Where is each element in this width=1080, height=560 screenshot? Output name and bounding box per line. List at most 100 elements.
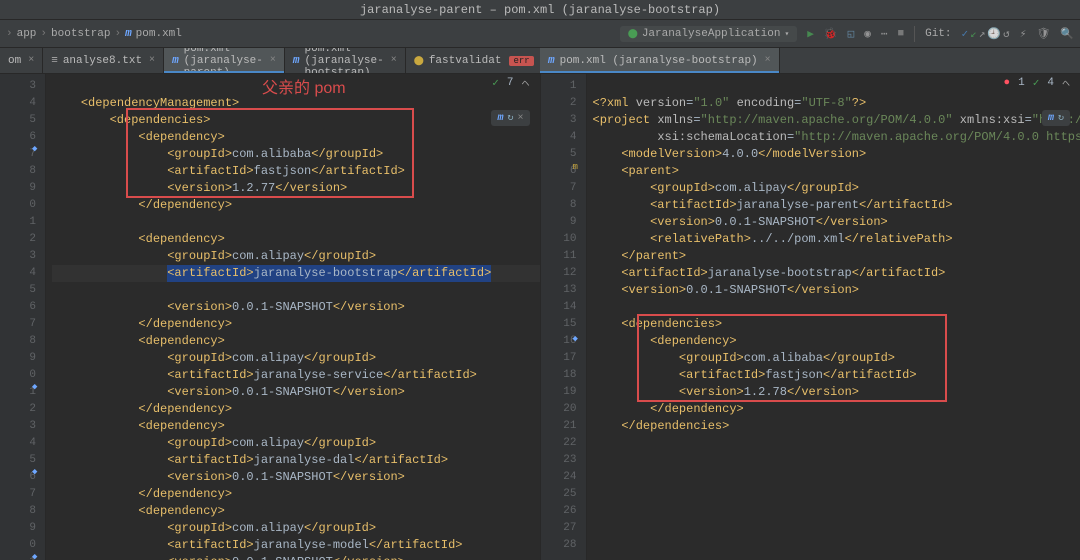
- artifact-glyph-icon[interactable]: ◆: [32, 382, 46, 396]
- git-label: Git:: [925, 28, 951, 40]
- code-line: <dependencyManagement>: [52, 96, 239, 110]
- reload-icon: ↻: [507, 112, 513, 124]
- coverage-button[interactable]: ◱: [848, 27, 855, 41]
- code-line: </dependency>: [52, 487, 232, 501]
- code-line: <groupId>com.alipay</groupId>: [52, 436, 376, 450]
- gutter-glyphs-right: m ◆: [577, 74, 587, 560]
- close-icon[interactable]: ×: [28, 55, 34, 66]
- artifact-glyph-icon[interactable]: ◆: [32, 552, 46, 560]
- tab-pom-bootstrap-right[interactable]: mpom.xml (jaranalyse-bootstrap)×: [540, 48, 780, 73]
- chevron-down-icon: ヘ: [522, 78, 530, 89]
- profile-button[interactable]: ◉: [864, 27, 871, 41]
- maven-icon: m: [497, 113, 503, 124]
- code-line: </dependency>: [593, 402, 744, 416]
- code-line: <version>0.0.1-SNAPSHOT</version>: [593, 215, 888, 229]
- code-line: <relativePath>../../pom.xml</relativePat…: [593, 232, 953, 246]
- attach-button[interactable]: ⋯: [881, 27, 888, 41]
- code-line: </dependency>: [52, 317, 232, 331]
- code-line: <version>0.0.1-SNAPSHOT</version>: [52, 555, 405, 560]
- tab-label: fastvalidat: [429, 55, 502, 67]
- maven-reload-chip[interactable]: m ↻ ×: [491, 110, 529, 126]
- error-icon: ●: [1004, 77, 1011, 89]
- code-line: <version>0.0.1-SNAPSHOT</version>: [52, 385, 405, 399]
- code-line: <version>0.0.1-SNAPSHOT</version>: [52, 470, 405, 484]
- close-icon[interactable]: ×: [149, 55, 155, 66]
- tab-om[interactable]: om ×: [0, 48, 43, 73]
- close-icon[interactable]: ×: [765, 55, 771, 66]
- code-line: <parent>: [593, 164, 679, 178]
- breadcrumb-app[interactable]: app: [17, 28, 37, 40]
- code-line: <version>1.2.77</version>: [52, 181, 347, 195]
- close-icon[interactable]: ×: [391, 55, 397, 66]
- maven-icon: m: [125, 28, 132, 40]
- breadcrumb-bootstrap[interactable]: bootstrap: [51, 28, 110, 40]
- code-area-left[interactable]: <dependencyManagement> <dependencies> <d…: [46, 74, 540, 560]
- git-update-button[interactable]: ✓: [962, 27, 969, 41]
- run-configuration-label: JaranalyseApplication: [642, 28, 781, 40]
- gutter-right[interactable]: 1234567891011121314151617181920212223242…: [541, 74, 577, 560]
- editor-tabs: om × ≡analyse8.txt× m pom.xml (jaranalyse-…: [0, 48, 1080, 74]
- code-line: </parent>: [593, 249, 687, 263]
- tab-label: pom.xml (jaranalyse-parent): [184, 48, 263, 73]
- git-rollback-button[interactable]: ↺: [1003, 27, 1010, 41]
- inspection-indicator-right[interactable]: ●1 ✓4ヘ: [1004, 76, 1070, 90]
- artifact-glyph-icon[interactable]: ◆: [32, 467, 46, 481]
- chevron-right-icon: ›: [6, 28, 13, 40]
- maven-icon: m: [293, 55, 300, 67]
- artifact-glyph-icon[interactable]: ◆: [573, 334, 587, 348]
- code-line: <dependency>: [52, 419, 225, 433]
- code-line: <artifactId>jaranalyse-model</artifactId…: [52, 538, 462, 552]
- code-line: <groupId>com.alipay</groupId>: [52, 351, 376, 365]
- reload-icon: ↻: [1058, 112, 1064, 124]
- chevron-down-icon: ヘ: [1062, 78, 1070, 89]
- code-line: <dependency>: [52, 232, 225, 246]
- tab-pom-bootstrap[interactable]: m pom.xml (jaranalyse-bootstrap) ×: [285, 48, 406, 73]
- tab-pom-parent[interactable]: mpom.xml (jaranalyse-parent)×: [164, 48, 285, 73]
- tab-analyse8[interactable]: ≡analyse8.txt×: [43, 48, 164, 73]
- parent-glyph-icon[interactable]: m: [573, 162, 587, 176]
- code-area-right[interactable]: <?xml version="1.0" encoding="UTF-8"?> <…: [587, 74, 1080, 560]
- artifact-glyph-icon[interactable]: ◆: [32, 144, 46, 158]
- run-button[interactable]: ▶: [807, 27, 814, 41]
- debug-button[interactable]: 🐞: [824, 27, 838, 41]
- git-history-button[interactable]: 🕘: [987, 27, 1001, 41]
- ide-errors-button[interactable]: 🛡: [1036, 27, 1050, 41]
- gutter-left[interactable]: 345678901234567890123456789012: [0, 74, 36, 560]
- close-icon[interactable]: ×: [517, 113, 523, 124]
- stop-button[interactable]: ■: [897, 28, 904, 40]
- run-configuration[interactable]: ⬤ JaranalyseApplication ▾: [620, 26, 798, 42]
- warning-count: 4: [1047, 77, 1054, 89]
- chevron-down-icon: ▾: [784, 29, 789, 39]
- code-line: </dependency>: [52, 198, 232, 212]
- tab-label: pom.xml (jaranalyse-bootstrap): [560, 55, 758, 67]
- editor-split: 345678901234567890123456789012 ◆ ◆ ◆ ◆ <…: [0, 74, 1080, 560]
- code-line: <dependency>: [52, 130, 225, 144]
- gutter-glyphs-left: ◆ ◆ ◆ ◆: [36, 74, 46, 560]
- code-line: <dependency>: [52, 504, 225, 518]
- code-line: <version>1.2.78</version>: [593, 385, 859, 399]
- chevron-right-icon: ›: [40, 28, 47, 40]
- editor-pane-right: 1234567891011121314151617181920212223242…: [541, 74, 1080, 560]
- search-everywhere-button[interactable]: 🔍: [1060, 27, 1074, 41]
- tab-label: om: [8, 55, 21, 67]
- git-commit-button[interactable]: ↙: [970, 27, 977, 41]
- inspection-indicator-left[interactable]: ✓ 7ヘ: [492, 76, 529, 90]
- maven-reload-chip[interactable]: m↻: [1042, 110, 1070, 126]
- code-line: <groupId>com.alibaba</groupId>: [593, 351, 895, 365]
- close-icon[interactable]: ×: [270, 55, 276, 66]
- code-line: <artifactId>jaranalyse-bootstrap</artifa…: [52, 265, 540, 282]
- check-icon: ✓: [1033, 76, 1040, 90]
- tab-label: pom.xml (jaranalyse-bootstrap): [305, 48, 384, 73]
- more-button[interactable]: ⚡: [1020, 27, 1027, 41]
- git-push-button[interactable]: ↗: [979, 27, 986, 41]
- breadcrumb-file[interactable]: pom.xml: [136, 28, 182, 40]
- code-line: </dependencies>: [593, 419, 730, 433]
- check-icon: ✓: [492, 76, 499, 90]
- code-line: <dependency>: [593, 334, 737, 348]
- code-line: <artifactId>jaranalyse-bootstrap</artifa…: [593, 266, 946, 280]
- inspection-count: 7: [507, 77, 514, 89]
- chevron-right-icon: ›: [114, 28, 121, 40]
- code-line: <groupId>com.alipay</groupId>: [52, 249, 376, 263]
- maven-icon: m: [1048, 113, 1054, 124]
- tab-fastvalidat[interactable]: ⬤fastvalidaterr: [406, 48, 540, 73]
